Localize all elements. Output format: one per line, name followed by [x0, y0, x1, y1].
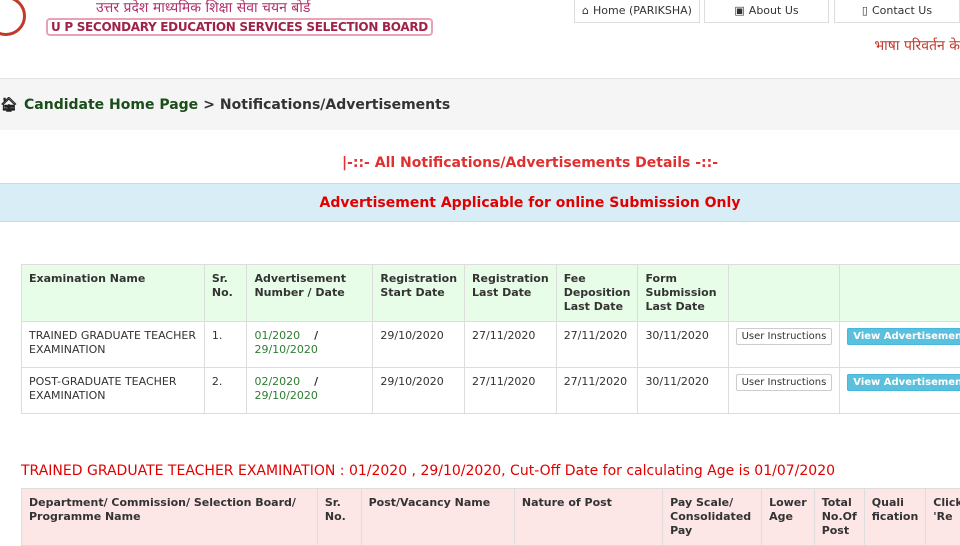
- nav-label: Home (PARIKSHA): [593, 4, 692, 17]
- home-icon: ⌂: [582, 4, 589, 17]
- nav-label: Contact Us: [872, 4, 932, 17]
- adv-number[interactable]: 02/2020: [254, 375, 300, 388]
- reg-start: 29/10/2020: [373, 368, 465, 414]
- user-instructions-button[interactable]: User Instructions: [736, 374, 833, 391]
- posts-table: Department/ Commission/ Selection Board/…: [21, 488, 960, 546]
- view-cell: View Advertisement: [840, 368, 960, 414]
- language-switch-link[interactable]: भाषा परिवर्तन के: [874, 36, 960, 55]
- nav-about-button[interactable]: ▣ About Us: [704, 0, 829, 23]
- view-advertisement-button[interactable]: View Advertisement: [847, 328, 960, 345]
- table-row: TRAINED GRADUATE TEACHER EXAMINATION 1. …: [22, 322, 960, 368]
- col-header: Nature of Post: [514, 489, 662, 546]
- col-header: Post/Vacancy Name: [361, 489, 514, 546]
- advertisements-table: Examination Name Sr. No. Advertisement N…: [21, 264, 960, 414]
- table-header-row: Department/ Commission/ Selection Board/…: [22, 489, 960, 546]
- col-header: Form Submission Last Date: [638, 265, 728, 322]
- breadcrumb: 🏠︎ Candidate Home Page > Notifications/A…: [0, 78, 960, 130]
- col-header: Sr. No.: [317, 489, 361, 546]
- sr-no: 1.: [204, 322, 247, 368]
- nav-label: About Us: [749, 4, 799, 17]
- sr-no: 2.: [204, 368, 247, 414]
- board-title-english: U P SECONDARY EDUCATION SERVICES SELECTI…: [46, 18, 433, 36]
- col-header: Registration Last Date: [465, 265, 557, 322]
- form-last: 30/11/2020: [638, 322, 728, 368]
- adv-number[interactable]: 01/2020: [254, 329, 300, 342]
- nav-contact-button[interactable]: ▯ Contact Us: [834, 0, 960, 23]
- nav-home-button[interactable]: ⌂ Home (PARIKSHA): [574, 0, 700, 23]
- col-header: Sr. No.: [204, 265, 247, 322]
- up-government-logo: [0, 0, 26, 36]
- view-cell: View Advertisement: [840, 322, 960, 368]
- instructions-cell: User Instructions: [728, 322, 840, 368]
- contact-card-icon: ▣: [734, 4, 744, 17]
- section-title: TRAINED GRADUATE TEACHER EXAMINATION : 0…: [21, 463, 835, 479]
- instructions-cell: User Instructions: [728, 368, 840, 414]
- table-header-row: Examination Name Sr. No. Advertisement N…: [22, 265, 960, 322]
- col-header: Department/ Commission/ Selection Board/…: [22, 489, 318, 546]
- fee-last: 27/11/2020: [556, 322, 638, 368]
- col-header: Total No.Of Post: [814, 489, 864, 546]
- user-instructions-button[interactable]: User Instructions: [736, 328, 833, 345]
- adv-number-date: 02/2020 /29/10/2020: [247, 368, 373, 414]
- col-header: Quali fication: [864, 489, 926, 546]
- reg-start: 29/10/2020: [373, 322, 465, 368]
- breadcrumb-separator: >: [203, 97, 215, 113]
- col-header: Advertisement Number / Date: [247, 265, 373, 322]
- col-header: Fee Deposition Last Date: [556, 265, 638, 322]
- col-header: Lower Age: [762, 489, 815, 546]
- reg-last: 27/11/2020: [465, 322, 557, 368]
- phone-icon: ▯: [862, 4, 868, 17]
- board-title-hindi: उत्तर प्रदेश माध्यमिक शिक्षा सेवा चयन बो…: [96, 0, 310, 17]
- fee-last: 27/11/2020: [556, 368, 638, 414]
- breadcrumb-current: Notifications/Advertisements: [220, 97, 450, 113]
- table-row: POST-GRADUATE TEACHER EXAMINATION 2. 02/…: [22, 368, 960, 414]
- reg-last: 27/11/2020: [465, 368, 557, 414]
- breadcrumb-home-link[interactable]: Candidate Home Page: [24, 97, 198, 113]
- view-advertisement-button[interactable]: View Advertisement: [847, 374, 960, 391]
- col-header: Registration Start Date: [373, 265, 465, 322]
- col-header: Click 'Re: [926, 489, 960, 546]
- col-header: Examination Name: [22, 265, 205, 322]
- page-title: |-::- All Notifications/Advertisements D…: [0, 155, 960, 171]
- col-header: Pay Scale/ Consolidated Pay: [663, 489, 762, 546]
- adv-number-date: 01/2020 /29/10/2020: [247, 322, 373, 368]
- col-header: [840, 265, 960, 322]
- exam-name: POST-GRADUATE TEACHER EXAMINATION: [22, 368, 205, 414]
- exam-name: TRAINED GRADUATE TEACHER EXAMINATION: [22, 322, 205, 368]
- adv-date: 29/10/2020: [254, 389, 317, 402]
- col-header: [728, 265, 840, 322]
- form-last: 30/11/2020: [638, 368, 728, 414]
- home-icon: 🏠︎: [0, 97, 14, 113]
- online-submission-banner: Advertisement Applicable for online Subm…: [0, 183, 960, 222]
- adv-date: 29/10/2020: [254, 343, 317, 356]
